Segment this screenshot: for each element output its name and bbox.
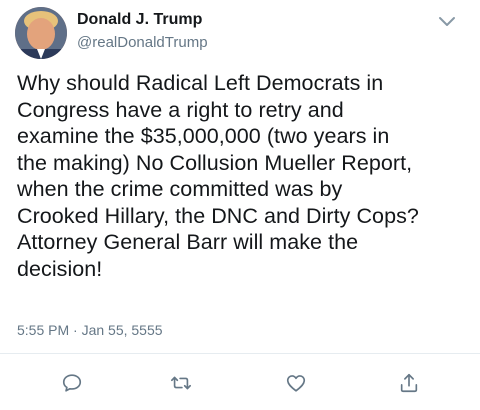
reply-icon[interactable] bbox=[59, 370, 85, 396]
author-handle[interactable]: @realDonaldTrump bbox=[77, 33, 208, 53]
divider bbox=[0, 353, 480, 354]
action-bar bbox=[0, 370, 480, 400]
share-icon[interactable] bbox=[396, 370, 422, 396]
retweet-icon[interactable] bbox=[168, 370, 194, 396]
author-name[interactable]: Donald J. Trump bbox=[77, 10, 208, 30]
tweet-timestamp[interactable]: 5:55 PM · Jan 55, 5555 bbox=[17, 322, 163, 338]
chevron-down-icon[interactable] bbox=[438, 14, 456, 26]
author-block: Donald J. Trump @realDonaldTrump bbox=[77, 10, 208, 53]
avatar[interactable] bbox=[15, 7, 67, 59]
tweet-card: Donald J. Trump @realDonaldTrump Why sho… bbox=[0, 0, 480, 410]
tweet-text: Why should Radical Left Democrats in Con… bbox=[17, 71, 419, 281]
heart-icon[interactable] bbox=[283, 370, 309, 396]
